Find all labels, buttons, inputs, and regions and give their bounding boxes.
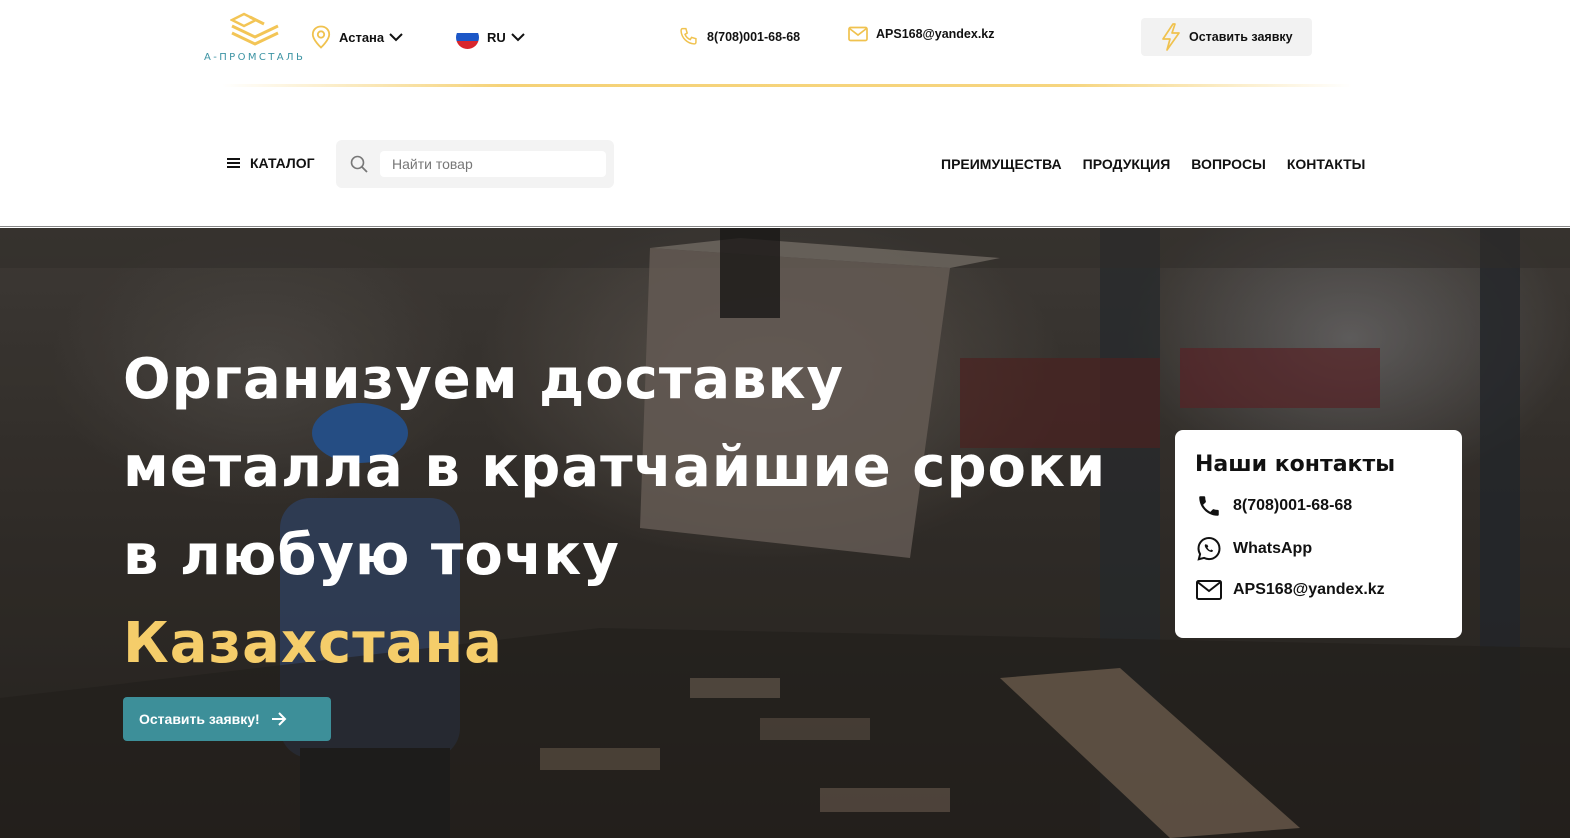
search-icon[interactable] xyxy=(350,155,368,173)
lightning-icon xyxy=(1162,23,1180,51)
flag-ru-icon xyxy=(456,25,479,49)
catalog-button[interactable]: КАТАЛОГ xyxy=(227,155,315,171)
header-phone-label: 8(708)001-68-68 xyxy=(707,29,801,44)
hero-request-button-label: Оставить заявку! xyxy=(139,711,260,727)
request-button-label: Оставить заявку xyxy=(1189,30,1293,44)
city-label: Астана xyxy=(339,29,385,45)
contacts-card-title: Наши контакты xyxy=(1195,452,1396,477)
contacts-card: Наши контакты 8(708)001-68-68 WhatsApp A… xyxy=(1175,430,1462,638)
menu-item-products[interactable]: ПРОДУКЦИЯ xyxy=(1083,156,1171,172)
chevron-down-icon xyxy=(511,33,525,42)
search-input[interactable] xyxy=(380,151,606,177)
arrow-right-icon xyxy=(271,712,287,726)
hero-title-line-1: Организуем доставку xyxy=(123,347,845,412)
contacts-whatsapp-link[interactable]: WhatsApp xyxy=(1195,535,1442,563)
contacts-email-label: APS168@yandex.kz xyxy=(1233,581,1385,598)
hero-title: Организуем доставку металла в кратчайшие… xyxy=(123,336,1106,688)
language-selector[interactable]: RU xyxy=(456,24,526,50)
chevron-down-icon xyxy=(389,33,403,42)
hero-request-button[interactable]: Оставить заявку! xyxy=(123,697,331,741)
header-phone-link[interactable]: 8(708)001-68-68 xyxy=(678,26,800,47)
phone-icon xyxy=(680,27,697,45)
phone-icon xyxy=(1199,496,1219,516)
request-button[interactable]: Оставить заявку xyxy=(1141,18,1312,56)
logo-mark-icon xyxy=(230,12,279,46)
contacts-phone-label: 8(708)001-68-68 xyxy=(1233,497,1353,514)
whatsapp-icon xyxy=(1197,536,1221,561)
city-selector[interactable]: Астана xyxy=(311,24,404,50)
menu-item-contacts[interactable]: КОНТАКТЫ xyxy=(1287,156,1365,172)
menu-item-advantages[interactable]: ПРЕИМУЩЕСТВА xyxy=(941,156,1062,172)
nav-bar: КАТАЛОГ ПРЕИМУЩЕСТВА ПРОДУКЦИЯ ВОПРОСЫ К… xyxy=(0,87,1570,227)
contacts-whatsapp-label: WhatsApp xyxy=(1233,540,1313,557)
top-bar: А-ПРОМСТАЛЬ Астана RU 8(708)001-68-68 AP xyxy=(0,0,1570,86)
logo-text: А-ПРОМСТАЛЬ xyxy=(204,52,306,63)
header-email-label: APS168@yandex.kz xyxy=(876,27,995,41)
mail-icon xyxy=(848,26,868,42)
language-label: RU xyxy=(487,29,506,45)
catalog-label: КАТАЛОГ xyxy=(250,155,315,171)
hamburger-icon xyxy=(227,158,240,168)
mail-icon xyxy=(1196,580,1222,600)
site-logo[interactable]: А-ПРОМСТАЛЬ xyxy=(204,10,306,66)
contacts-email-link[interactable]: APS168@yandex.kz xyxy=(1195,579,1442,601)
hero-title-accent: Казахстана xyxy=(123,611,503,676)
header-email-link[interactable]: APS168@yandex.kz xyxy=(848,26,995,42)
contacts-phone-link[interactable]: 8(708)001-68-68 xyxy=(1195,493,1442,519)
main-menu: ПРЕИМУЩЕСТВА ПРОДУКЦИЯ ВОПРОСЫ КОНТАКТЫ xyxy=(941,156,1365,172)
hero-section: Организуем доставку металла в кратчайшие… xyxy=(0,228,1570,838)
hero-title-line-2: металла в кратчайшие сроки xyxy=(123,435,1107,500)
menu-item-questions[interactable]: ВОПРОСЫ xyxy=(1191,156,1266,172)
location-pin-icon xyxy=(311,25,331,49)
hero-title-line-3: в любую точку xyxy=(123,523,620,588)
search-box xyxy=(336,140,614,188)
